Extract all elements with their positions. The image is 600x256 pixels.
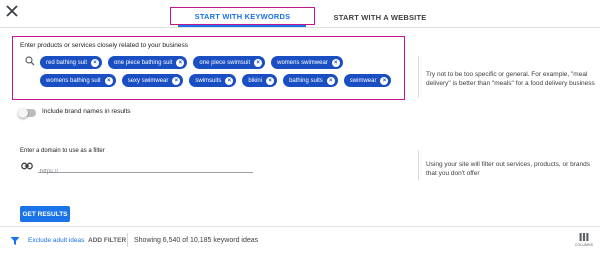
- keyword-chip[interactable]: sexy swimwear ×: [121, 74, 184, 87]
- chip-remove-icon[interactable]: ×: [176, 58, 185, 67]
- chip-remove-icon[interactable]: ×: [331, 58, 340, 67]
- domain-tip: Using your site will filter out services…: [426, 161, 591, 177]
- chip-remove-icon[interactable]: ×: [225, 76, 234, 85]
- exclude-adult-ideas-filter[interactable]: Exclude adult ideas: [28, 237, 84, 244]
- domain-url-field: [38, 160, 255, 175]
- columns-icon: [579, 233, 589, 241]
- chip-remove-icon[interactable]: ×: [380, 76, 389, 85]
- chip-label: sexy swimwear: [127, 77, 169, 84]
- brand-names-label: Include brand names in results: [42, 108, 131, 115]
- get-results-button[interactable]: GET RESULTS: [20, 206, 70, 222]
- columns-button[interactable]: COLUMNS: [574, 232, 594, 250]
- filter-icon[interactable]: [10, 236, 20, 246]
- chip-label: womens swimwear: [277, 59, 328, 66]
- tip-divider: [418, 56, 419, 98]
- tab-start-with-website[interactable]: START WITH A WEBSITE: [330, 6, 430, 28]
- brand-names-toggle[interactable]: [18, 108, 36, 118]
- keyword-chip[interactable]: swimsuits ×: [189, 74, 237, 87]
- domain-filter-label: Enter a domain to use as a filter: [20, 148, 105, 154]
- keyword-chip[interactable]: womens swimwear ×: [271, 56, 343, 69]
- chip-row-1: red bathing suit × one piece bathing suit…: [40, 56, 400, 69]
- chip-label: one piece swimsuit: [199, 59, 251, 66]
- chip-label: swimwear: [349, 77, 377, 84]
- keywords-tip: Try not to be too specific or general. F…: [426, 71, 595, 87]
- chip-label: one piece bathing suit: [114, 59, 173, 66]
- bottom-divider: [0, 226, 600, 227]
- keyword-chip[interactable]: one piece swimsuit ×: [193, 56, 266, 69]
- keyword-chip[interactable]: womens bathing suit ×: [40, 74, 116, 87]
- keyword-chip[interactable]: red bathing suit ×: [40, 56, 103, 69]
- chip-remove-icon[interactable]: ×: [172, 76, 181, 85]
- results-count: Showing 6,540 of 10,185 keyword ideas: [134, 237, 259, 244]
- tabs-divider: [0, 27, 600, 28]
- chip-remove-icon[interactable]: ×: [254, 58, 263, 67]
- keyword-chip[interactable]: swimwear ×: [343, 74, 392, 87]
- toggle-knob: [18, 108, 28, 118]
- add-filter-button[interactable]: ADD FILTER: [88, 237, 126, 244]
- keyword-chip[interactable]: bathing suits ×: [283, 74, 338, 87]
- tab-start-with-keywords[interactable]: START WITH KEYWORDS: [170, 7, 315, 25]
- close-icon[interactable]: [4, 3, 20, 19]
- keyword-chips: red bathing suit × one piece bathing suit…: [40, 56, 400, 92]
- chip-remove-icon[interactable]: ×: [266, 76, 275, 85]
- keyword-chip[interactable]: bikini ×: [242, 74, 278, 87]
- keyword-chip[interactable]: one piece bathing suit ×: [108, 56, 188, 69]
- columns-label: COLUMNS: [574, 243, 594, 247]
- search-icon: [25, 56, 35, 66]
- chip-row-2: womens bathing suit × sexy swimwear × swim…: [40, 74, 400, 87]
- bottom-separator: [127, 233, 128, 247]
- chip-label: bikini: [248, 77, 263, 84]
- domain-url-input[interactable]: [38, 169, 255, 175]
- chip-label: red bathing suit: [46, 59, 88, 66]
- chip-label: womens bathing suit: [46, 77, 101, 84]
- chip-label: bathing suits: [289, 77, 323, 84]
- chip-remove-icon[interactable]: ×: [104, 76, 113, 85]
- link-icon: [21, 162, 33, 170]
- chip-remove-icon[interactable]: ×: [91, 58, 100, 67]
- chip-label: swimsuits: [195, 77, 222, 84]
- chip-remove-icon[interactable]: ×: [326, 76, 335, 85]
- tip-divider-2: [418, 150, 419, 180]
- keywords-label: Enter products or services closely relat…: [20, 42, 188, 49]
